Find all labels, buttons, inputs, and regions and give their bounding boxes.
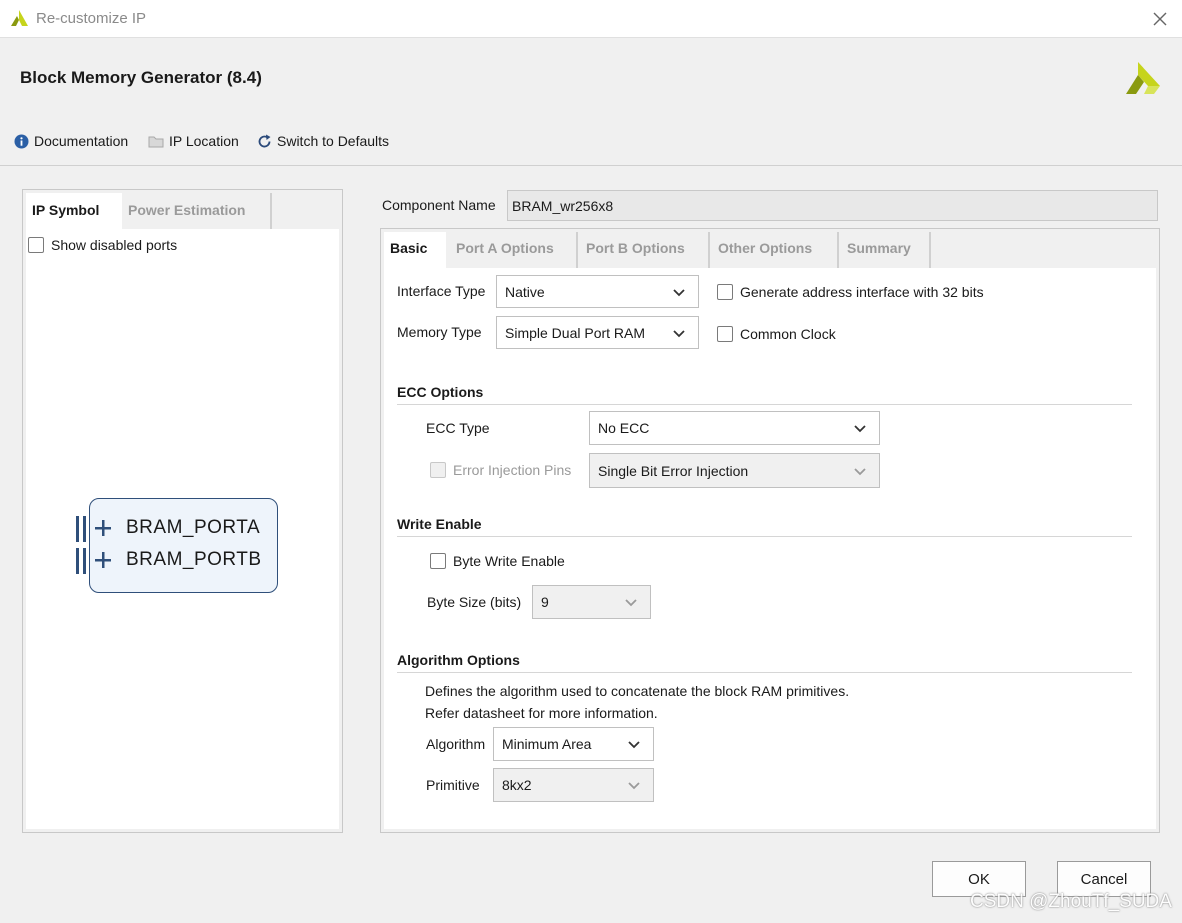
port-bar <box>83 548 86 574</box>
algorithm-options-heading: Algorithm Options <box>397 652 520 668</box>
error-injection-select[interactable]: Single Bit Error Injection <box>589 453 880 488</box>
tab-other-options[interactable]: Other Options <box>710 232 839 268</box>
algorithm-select[interactable]: Minimum Area <box>493 727 654 761</box>
byte-size-select[interactable]: 9 <box>532 585 651 619</box>
documentation-link[interactable]: Documentation <box>14 133 128 149</box>
byte-size-value: 9 <box>541 594 549 610</box>
title-bar <box>0 0 1182 38</box>
ip-location-link[interactable]: IP Location <box>148 133 239 149</box>
error-injection-pins-label: Error Injection Pins <box>453 462 572 478</box>
byte-size-label: Byte Size (bits) <box>427 594 522 610</box>
interface-type-select[interactable]: Native <box>496 275 699 308</box>
info-icon <box>14 134 29 148</box>
refresh-icon <box>258 134 271 147</box>
common-clock-label: Common Clock <box>740 326 836 342</box>
tab-port-a-options[interactable]: Port A Options <box>446 232 578 268</box>
switch-defaults-link[interactable]: Switch to Defaults <box>257 133 389 149</box>
cancel-button-label: Cancel <box>1080 870 1128 888</box>
folder-icon <box>148 136 164 148</box>
app-logo-icon <box>11 10 28 26</box>
chevron-down-icon <box>628 741 640 749</box>
tab-power-estimation-label: Power Estimation <box>128 202 246 218</box>
memory-type-value: Simple Dual Port RAM <box>505 324 646 341</box>
tab-ip-symbol[interactable]: IP Symbol <box>26 193 122 229</box>
chevron-down-icon <box>854 425 866 433</box>
port-bar <box>76 548 79 574</box>
ecc-type-select[interactable]: No ECC <box>589 411 880 445</box>
port-bar <box>83 516 86 542</box>
show-disabled-ports-checkbox[interactable] <box>28 237 44 253</box>
section-divider <box>397 404 1132 405</box>
generate-address-32-checkbox[interactable] <box>717 284 733 300</box>
algorithm-description-line1: Defines the algorithm used to concatenat… <box>425 683 850 699</box>
byte-write-enable-label: Byte Write Enable <box>453 553 565 569</box>
ecc-type-value: No ECC <box>598 420 650 436</box>
section-divider <box>397 672 1132 673</box>
algorithm-label: Algorithm <box>426 736 486 752</box>
tab-other-options-label: Other Options <box>718 240 813 256</box>
component-name-label: Component Name <box>382 197 496 213</box>
memory-type-select[interactable]: Simple Dual Port RAM <box>496 316 699 349</box>
tab-ip-symbol-label: IP Symbol <box>32 202 100 218</box>
tab-basic[interactable]: Basic <box>384 232 446 268</box>
show-disabled-ports-label: Show disabled ports <box>51 237 178 253</box>
ip-symbol-block <box>89 498 278 593</box>
memory-type-label: Memory Type <box>397 324 482 340</box>
chevron-down-icon <box>625 599 637 607</box>
chevron-down-icon <box>673 329 685 337</box>
watermark: CSDN @ZhouTf_SUDA <box>970 891 1172 912</box>
chevron-down-icon <box>673 288 685 296</box>
tab-port-a-label: Port A Options <box>456 240 554 256</box>
xilinx-logo-icon <box>1126 62 1160 94</box>
expand-plus-icon[interactable] <box>94 551 112 569</box>
primitive-label: Primitive <box>426 777 480 793</box>
tab-port-b-options[interactable]: Port B Options <box>578 232 710 268</box>
section-divider <box>397 536 1132 537</box>
primitive-value: 8kx2 <box>502 777 532 793</box>
ip-location-label: IP Location <box>169 133 239 149</box>
interface-type-value: Native <box>505 283 545 300</box>
port-bar <box>76 516 79 542</box>
component-name-value: BRAM_wr256x8 <box>512 198 614 214</box>
ecc-options-heading: ECC Options <box>397 384 484 400</box>
documentation-label: Documentation <box>34 133 129 149</box>
tab-power-estimation[interactable]: Power Estimation <box>122 193 272 229</box>
generate-address-32-label: Generate address interface with 32 bits <box>740 284 984 300</box>
chevron-down-icon <box>854 467 866 475</box>
port-label-a: BRAM_PORTA <box>126 517 261 538</box>
tab-summary[interactable]: Summary <box>839 232 931 268</box>
tab-basic-label: Basic <box>390 240 428 256</box>
chevron-down-icon <box>628 782 640 790</box>
switch-defaults-label: Switch to Defaults <box>277 133 390 149</box>
write-enable-heading: Write Enable <box>397 516 482 532</box>
error-injection-value: Single Bit Error Injection <box>598 462 749 479</box>
port-label-b: BRAM_PORTB <box>126 549 262 570</box>
tab-summary-label: Summary <box>847 240 911 256</box>
interface-type-label: Interface Type <box>397 283 486 299</box>
expand-plus-icon[interactable] <box>94 519 112 537</box>
algorithm-value: Minimum Area <box>502 736 592 752</box>
common-clock-checkbox[interactable] <box>717 326 733 342</box>
error-injection-pins-checkbox[interactable] <box>430 462 446 478</box>
byte-write-enable-checkbox[interactable] <box>430 553 446 569</box>
window-title: Re-customize IP <box>36 10 147 27</box>
tab-port-b-label: Port B Options <box>586 240 685 256</box>
ecc-type-label: ECC Type <box>426 420 490 436</box>
ok-button-label: OK <box>968 870 990 888</box>
page-title: Block Memory Generator (8.4) <box>20 68 262 87</box>
close-icon[interactable] <box>1153 12 1167 26</box>
primitive-select[interactable]: 8kx2 <box>493 768 654 802</box>
algorithm-description-line2: Refer datasheet for more information. <box>425 705 658 721</box>
component-name-input[interactable]: BRAM_wr256x8 <box>507 190 1158 221</box>
